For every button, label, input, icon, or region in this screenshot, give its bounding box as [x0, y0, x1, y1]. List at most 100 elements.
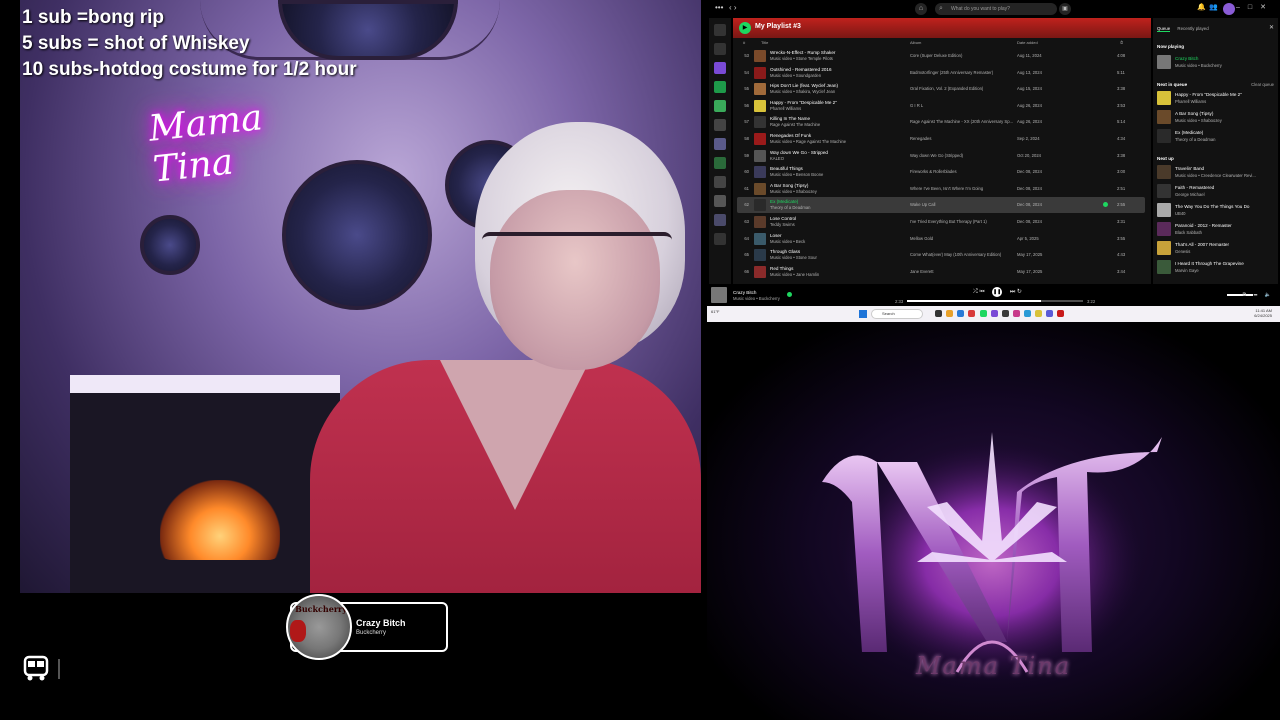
- track-row[interactable]: 66 Red Things Music video • Jane Hamlin Jan…: [737, 264, 1145, 280]
- track-album: G I R L: [910, 102, 924, 108]
- taskbar-search[interactable]: Search: [871, 309, 923, 319]
- player-artist[interactable]: Music video • Buckcherry: [733, 296, 780, 301]
- task-view-icon[interactable]: [935, 310, 942, 317]
- playlist-thumb[interactable]: [714, 176, 726, 188]
- track-title: A Bar Song (Tipsy): [770, 182, 809, 188]
- track-title: Faith - Remastered: [1175, 185, 1215, 190]
- next-icon[interactable]: ⏭: [1010, 289, 1015, 295]
- progress-bar[interactable]: [907, 300, 1083, 302]
- track-row[interactable]: 65 Through Glass Music video • Stone Sour C…: [737, 247, 1145, 263]
- play-button[interactable]: ▶: [739, 22, 751, 34]
- playlist-thumb[interactable]: [714, 214, 726, 226]
- track-row[interactable]: 55 Hips Don't Lie (feat. Wyclef Jean) Musi…: [737, 81, 1145, 97]
- bell-icon[interactable]: 🔔: [1197, 3, 1206, 11]
- col-num[interactable]: #: [743, 40, 745, 45]
- mama-tina-logo: [822, 432, 1162, 682]
- window-controls[interactable]: –□✕: [1236, 3, 1274, 11]
- playlist-thumb[interactable]: [714, 119, 726, 131]
- track-artist: Music video • Beck: [770, 238, 806, 244]
- playback-controls: ⤮ ⏮ ❚❚ ⏭ ↻: [973, 287, 1022, 297]
- playlist-thumb[interactable]: [714, 157, 726, 169]
- queue-now-playing[interactable]: Crazy Bitch Music video • Buckcherry: [1157, 54, 1275, 70]
- saved-check-icon[interactable]: [1103, 202, 1108, 208]
- track-title: Loser: [770, 232, 782, 238]
- liked-songs-icon[interactable]: [714, 62, 726, 74]
- app-icon[interactable]: [1057, 310, 1065, 317]
- back-forward-icon[interactable]: ‹ ›: [729, 3, 737, 12]
- col-title[interactable]: Title: [761, 40, 768, 45]
- queue-item[interactable]: Happy - From "Despicable Me 2" Pharrell W…: [1157, 90, 1275, 106]
- edge-icon[interactable]: [957, 310, 965, 317]
- track-row[interactable]: 64 Loser Music video • Beck Mellow Gold Apr …: [737, 231, 1145, 247]
- saved-check-icon[interactable]: [787, 292, 792, 297]
- track-thumb: [754, 50, 766, 62]
- app-icon[interactable]: [990, 310, 998, 317]
- queue-item[interactable]: Ex (Medicate) Theory of a Deadman: [1157, 128, 1275, 144]
- spotify-icon[interactable]: [979, 310, 987, 317]
- track-row[interactable]: 53 Wreckx-N-Effect - Rump Shaker Music vid…: [737, 48, 1145, 64]
- track-title: Beautiful Things: [770, 166, 803, 172]
- track-duration: 3:38: [1117, 86, 1126, 92]
- queue-item[interactable]: A Bar Song (Tipsy) Music video • Shabooze…: [1157, 109, 1275, 125]
- col-album[interactable]: Album: [910, 40, 921, 45]
- track-row[interactable]: 59 Way down We Go - Stripped KALEO Way down…: [737, 148, 1145, 164]
- tab-recently-played[interactable]: Recently played: [1177, 26, 1208, 31]
- track-number: 61: [744, 185, 749, 191]
- track-row[interactable]: 56 Happy - From "Despicable Me 2" Pharrell…: [737, 98, 1145, 114]
- playlist-thumb[interactable]: [714, 195, 726, 207]
- taskbar-clock[interactable]: 11:41 AM 6/24/2025: [1254, 308, 1272, 318]
- menu-dots-icon[interactable]: •••: [715, 3, 723, 12]
- avatar[interactable]: [1223, 3, 1235, 15]
- track-row[interactable]: 63 Lose Control Teddy Swims I've Tried Ever…: [737, 214, 1145, 230]
- add-icon[interactable]: [714, 43, 726, 55]
- track-duration: 3:44: [1117, 268, 1126, 274]
- queue-item[interactable]: Faith - Remastered George Michael: [1157, 183, 1275, 199]
- app-icon[interactable]: [1035, 310, 1043, 317]
- discord-icon[interactable]: [1046, 310, 1054, 317]
- track-number: 56: [744, 102, 749, 108]
- clear-queue-button[interactable]: Clear queue: [1251, 82, 1274, 87]
- queue-item[interactable]: I Heard It Through The Grapevine Marvin G…: [1157, 259, 1275, 275]
- queue-item[interactable]: Travelin' Band Music video • Creedence Cl…: [1157, 164, 1275, 180]
- track-album: Badmotorfinger (25th Anniversary Remaste…: [910, 69, 994, 75]
- track-row[interactable]: 60 Beautiful Things Music video • Benson B…: [737, 164, 1145, 180]
- obs-icon[interactable]: [1001, 310, 1009, 317]
- home-icon[interactable]: ⌂: [915, 3, 927, 15]
- player-title[interactable]: Crazy Bitch: [733, 290, 757, 295]
- app-icon[interactable]: [1024, 310, 1031, 317]
- queue-item[interactable]: That's All - 2007 Remaster Genesis: [1157, 240, 1275, 256]
- repeat-icon[interactable]: ↻: [1017, 289, 1022, 295]
- pause-button[interactable]: ❚❚: [992, 287, 1003, 297]
- library-icon[interactable]: [714, 24, 726, 36]
- explorer-icon[interactable]: [946, 310, 954, 317]
- tab-queue[interactable]: Queue: [1157, 26, 1171, 32]
- col-date[interactable]: Date added: [1017, 40, 1038, 45]
- playlist-thumb[interactable]: [714, 100, 726, 112]
- spotify-search-input[interactable]: ⌕ What do you want to play?: [935, 3, 1057, 15]
- col-duration[interactable]: ⏱: [1120, 40, 1123, 45]
- playlist-thumb[interactable]: [714, 138, 726, 150]
- previous-icon[interactable]: ⏮: [979, 289, 984, 295]
- queue-item[interactable]: The Way You Do The Things You Do UB40: [1157, 202, 1275, 218]
- app-icon[interactable]: [1012, 310, 1020, 317]
- queue-item[interactable]: Paranoid - 2012 - Remaster Black Sabbath: [1157, 221, 1275, 237]
- search-icon: ⌕: [939, 5, 943, 12]
- search-placeholder: What do you want to play?: [951, 6, 1010, 12]
- shuffle-icon[interactable]: ⤮: [973, 289, 978, 295]
- chrome-icon[interactable]: [968, 310, 976, 317]
- track-row[interactable]: 62 Ex (Medicate) Theory of a Deadman Wake U…: [737, 197, 1145, 214]
- track-row[interactable]: 57 Killing In The Name Rage Against The Ma…: [737, 114, 1145, 130]
- close-icon[interactable]: ✕: [1269, 24, 1274, 31]
- playlist-thumb[interactable]: [714, 233, 726, 245]
- weather-widget[interactable]: 61°F: [711, 309, 720, 314]
- windows-start-icon[interactable]: [859, 310, 867, 318]
- playlist-thumb[interactable]: [714, 81, 726, 93]
- track-row[interactable]: 54 Outshined - Remastered 2016 Music video…: [737, 65, 1145, 81]
- album-art: Buckcherry: [286, 594, 352, 660]
- track-row[interactable]: 61 A Bar Song (Tipsy) Music video • Shaboo…: [737, 181, 1145, 197]
- extra-controls[interactable]: ⧉ ☰ 🔈: [1243, 292, 1274, 298]
- track-row[interactable]: 58 Renegades Of Funk Music video • Rage Ag…: [737, 131, 1145, 147]
- friends-icon[interactable]: 👥: [1209, 3, 1218, 11]
- browse-icon[interactable]: ▣: [1059, 3, 1071, 15]
- track-album: Come What(ever) May (10th Anniversary Ed…: [910, 252, 1002, 258]
